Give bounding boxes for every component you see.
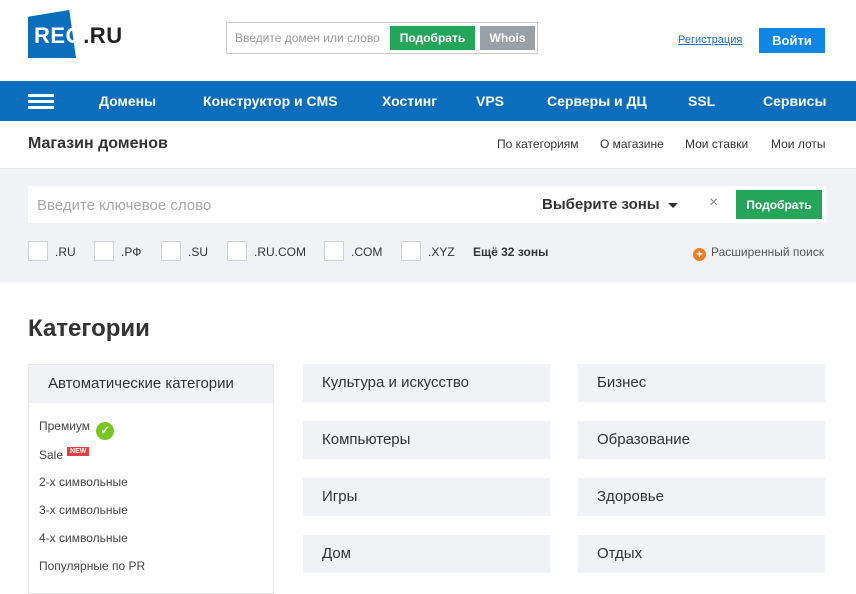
auto-item-4-char[interactable]: 4-х символьные <box>39 531 128 545</box>
category-games[interactable]: Игры <box>303 478 550 516</box>
logo-text: REG.RU <box>34 23 123 49</box>
categories-heading: Категории <box>28 315 150 342</box>
category-home[interactable]: Дом <box>303 535 550 573</box>
advanced-search-label: Расширенный поиск <box>711 245 824 259</box>
auto-item-3-char[interactable]: 3-х символьные <box>39 503 128 517</box>
store-subheader: Магазин доменов По категориям О магазине… <box>0 121 856 169</box>
auto-item-popular-pr[interactable]: Популярные по PR <box>39 559 145 573</box>
close-icon[interactable]: × <box>709 194 718 212</box>
auto-item-label: Sale <box>39 448 64 462</box>
auto-item-sale[interactable]: Sale NEW <box>39 447 90 462</box>
chevron-down-icon <box>667 202 678 208</box>
category-education[interactable]: Образование <box>578 421 825 459</box>
more-zones-link[interactable]: Ещё 32 зоны <box>473 245 548 259</box>
logo-suffix: .RU <box>83 23 123 48</box>
zones-dropdown[interactable]: Выберите зоны <box>542 196 678 213</box>
zone-label: .РФ <box>121 245 142 259</box>
checkbox[interactable] <box>227 241 247 261</box>
nav-item-hosting[interactable]: Хостинг <box>382 93 437 109</box>
category-health[interactable]: Здоровье <box>578 478 825 516</box>
nav-item-vps[interactable]: VPS <box>476 93 504 109</box>
auto-categories-heading: Автоматические категории <box>29 365 273 403</box>
keyword-search-box: Выберите зоны × Подобрать <box>28 186 826 223</box>
domain-search-box: Подобрать Whois <box>226 22 538 54</box>
reg-ru-logo[interactable]: REG.RU <box>28 10 128 58</box>
nav-item-builder-cms[interactable]: Конструктор и CMS <box>203 93 338 109</box>
category-computers[interactable]: Компьютеры <box>303 421 550 459</box>
category-business[interactable]: Бизнес <box>578 364 825 402</box>
premium-badge-icon: ✓ <box>96 422 115 440</box>
page-title: Магазин доменов <box>28 135 168 152</box>
link-my-bids[interactable]: Мои ставки <box>685 137 748 151</box>
nav-item-ssl[interactable]: SSL <box>688 93 715 109</box>
main-navbar: Домены Конструктор и CMS Хостинг VPS Сер… <box>0 81 856 121</box>
checkbox[interactable] <box>324 241 344 261</box>
zone-label: .SU <box>188 245 209 259</box>
new-badge: NEW <box>67 447 90 456</box>
header: REG.RU Подобрать Whois Регистрация Войти <box>0 0 856 81</box>
domain-filter-panel: Выберите зоны × Подобрать .RU .РФ .SU .R… <box>0 169 856 282</box>
menu-icon[interactable] <box>28 94 54 110</box>
link-about-store[interactable]: О магазине <box>600 137 664 151</box>
auto-item-premium[interactable]: Премиум ✓ <box>39 419 115 440</box>
registration-link[interactable]: Регистрация <box>678 34 742 46</box>
search-button[interactable]: Подобрать <box>736 190 822 219</box>
checkbox[interactable] <box>161 241 181 261</box>
auto-item-2-char[interactable]: 2-х символьные <box>39 475 128 489</box>
plus-icon: + <box>693 248 706 261</box>
zone-label: .XYZ <box>428 245 455 259</box>
domain-search-input[interactable] <box>235 29 387 47</box>
nav-item-domains[interactable]: Домены <box>99 93 156 109</box>
zone-label: .RU.COM <box>254 245 306 259</box>
zone-label: .COM <box>351 245 383 259</box>
zones-dropdown-label: Выберите зоны <box>542 196 660 213</box>
zone-label: .RU <box>55 245 76 259</box>
whois-button[interactable]: Whois <box>480 26 535 50</box>
checkbox[interactable] <box>401 241 421 261</box>
checkbox[interactable] <box>28 241 48 261</box>
auto-item-label: Премиум <box>39 419 91 433</box>
nav-item-servers[interactable]: Серверы и ДЦ <box>547 93 647 109</box>
link-by-categories[interactable]: По категориям <box>497 137 579 151</box>
checkbox[interactable] <box>94 241 114 261</box>
category-leisure[interactable]: Отдых <box>578 535 825 573</box>
keyword-input[interactable] <box>37 195 517 215</box>
logo-main: REG <box>34 23 84 48</box>
pick-domain-button[interactable]: Подобрать <box>390 26 475 50</box>
advanced-search-link[interactable]: + Расширенный поиск <box>693 245 824 261</box>
auto-categories-panel: Автоматические категории Премиум ✓ Sale NE… <box>28 364 274 594</box>
link-my-lots[interactable]: Мои лоты <box>771 137 826 151</box>
category-culture-art[interactable]: Культура и искусство <box>303 364 550 402</box>
login-button[interactable]: Войти <box>759 28 825 53</box>
nav-item-services[interactable]: Сервисы <box>763 93 826 109</box>
